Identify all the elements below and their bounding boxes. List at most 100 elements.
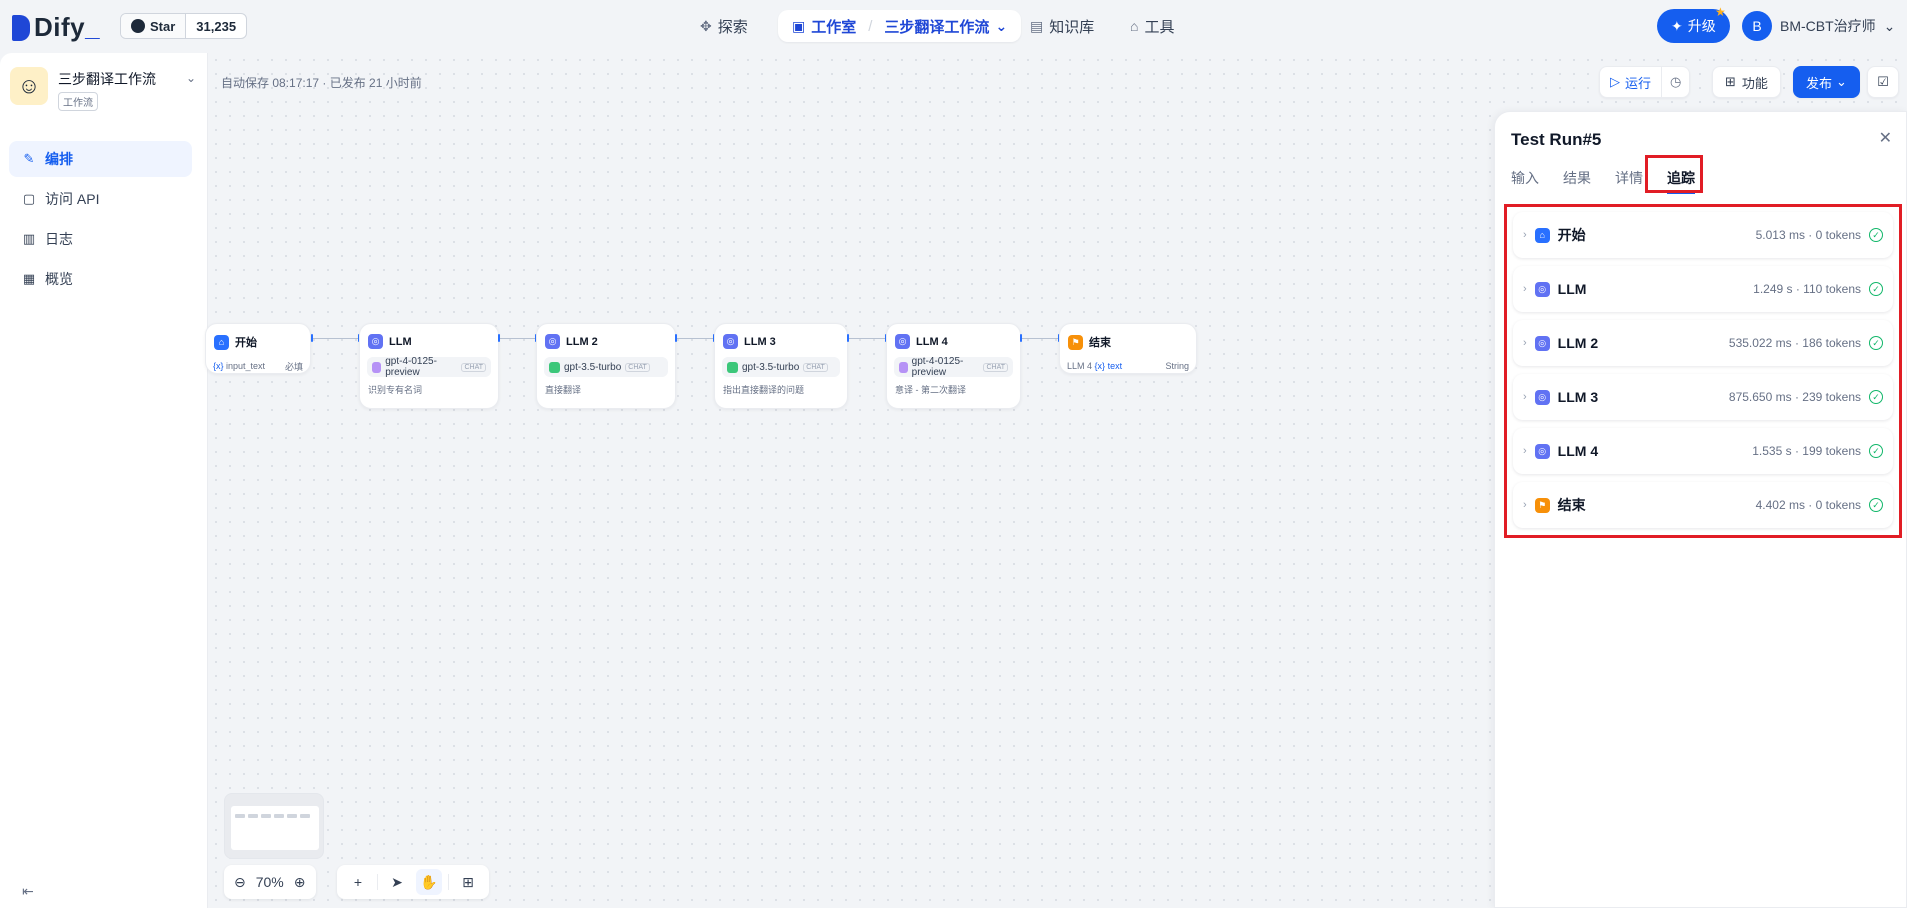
sidebar-item-label: 概览 <box>45 271 73 287</box>
pointer-icon[interactable]: ➤ <box>384 869 410 895</box>
run-history-icon[interactable]: ◷ <box>1662 74 1689 90</box>
edge <box>313 338 358 339</box>
workflow-node-llm[interactable]: ◎ LLM gpt-4-0125-preview CHAT 识别专有名词 <box>359 323 499 409</box>
brand-name: Dify_ <box>34 12 101 42</box>
node-title: 开始 <box>235 337 257 349</box>
collapse-sidebar-icon[interactable]: ⇤ <box>22 883 34 900</box>
github-star-button[interactable]: Star 31,235 <box>120 13 248 39</box>
node-title: LLM 3 <box>744 335 776 348</box>
chevron-down-icon: ⌄ <box>995 17 1008 34</box>
chevron-down-icon: ⌄ <box>1883 17 1896 34</box>
toolbox-icon: ⌂ <box>1130 18 1139 34</box>
app-selector[interactable]: ☺ 三步翻译工作流 工作流 ⌄ <box>10 67 196 111</box>
minimap[interactable] <box>224 793 324 859</box>
zoom-level[interactable]: 70% <box>256 874 284 890</box>
highlight-box-trace-tab <box>1645 155 1703 193</box>
workflow-node-llm-4[interactable]: ◎ LLM 4 gpt-4-0125-preview CHAT 意译 - 第二次翻译 <box>886 323 1021 409</box>
sidebar: ☺ 三步翻译工作流 工作流 ⌄ ✎ 编排 ▢ 访问 API ▥ 日志 ▦ 概览 … <box>0 53 208 908</box>
chevron-down-icon: ⌄ <box>185 71 196 85</box>
model-mode: CHAT <box>625 362 650 372</box>
run-button[interactable]: ▷ 运行 <box>1600 67 1663 97</box>
tab-input[interactable]: 输入 <box>1511 162 1539 194</box>
node-output-handle[interactable] <box>498 334 500 342</box>
checklist-button[interactable]: ☑ <box>1867 66 1899 98</box>
edge <box>1021 338 1059 339</box>
autosave-status: 自动保存 08:17:17 · 已发布 21 小时前 <box>221 76 422 90</box>
tab-detail[interactable]: 详情 <box>1615 162 1643 194</box>
upgrade-label: 升级 <box>1687 18 1716 34</box>
node-description: 指出直接翻译的问题 <box>723 385 805 395</box>
node-output-handle[interactable] <box>847 334 849 342</box>
node-variable-row: LLM 4 {x} text String <box>1067 361 1189 371</box>
canvas-toolbar: + ➤ ✋ ⊞ <box>337 865 489 899</box>
chevron-down-icon: ⌄ <box>1836 74 1847 89</box>
checklist-icon: ☑ <box>1877 74 1889 89</box>
sidebar-item-api[interactable]: ▢ 访问 API <box>9 181 192 217</box>
nav-tools[interactable]: ⌂ 工具 <box>1130 10 1174 42</box>
nav-knowledge[interactable]: ▤ 知识库 <box>1030 10 1094 42</box>
sidebar-item-label: 访问 API <box>45 191 100 207</box>
node-title: LLM 2 <box>566 335 598 348</box>
node-description: 直接翻译 <box>545 385 582 395</box>
model-mode: CHAT <box>983 362 1008 372</box>
robot-icon: ▣ <box>792 17 806 34</box>
workflow-node-llm-3[interactable]: ◎ LLM 3 gpt-3.5-turbo CHAT 指出直接翻译的问题 <box>714 323 848 409</box>
model-badge: gpt-4-0125-preview CHAT <box>367 356 491 378</box>
app-avatar-icon: ☺ <box>10 67 48 105</box>
sidebar-item-logs[interactable]: ▥ 日志 <box>9 221 192 257</box>
breadcrumb-separator: / <box>868 17 873 35</box>
log-icon: ▥ <box>22 231 36 246</box>
sidebar-item-orchestrate[interactable]: ✎ 编排 <box>9 141 192 177</box>
organize-icon[interactable]: ⊞ <box>455 869 481 895</box>
nav-explore[interactable]: ✥ 探索 <box>700 10 748 42</box>
node-title: LLM <box>389 335 412 348</box>
workflow-node-end[interactable]: ⚑ 结束 LLM 4 {x} text String <box>1059 323 1197 374</box>
model-badge: gpt-3.5-turbo CHAT <box>544 357 668 377</box>
workflow-node-start[interactable]: ⌂ 开始 {x} input_text 必填 <box>205 323 311 374</box>
model-badge: gpt-3.5-turbo CHAT <box>722 357 840 377</box>
variable-name: text <box>1107 361 1123 371</box>
variable-name: input_text <box>226 361 266 371</box>
node-output-handle[interactable] <box>311 334 313 342</box>
upgrade-button[interactable]: ✦ 升级 ★ <box>1657 5 1730 43</box>
minimap-viewport <box>231 806 319 850</box>
workflow-node-llm-2[interactable]: ◎ LLM 2 gpt-3.5-turbo CHAT 直接翻译 <box>536 323 676 409</box>
avatar: B <box>1742 11 1772 41</box>
current-app-selector[interactable]: 三步翻译工作流 <box>884 16 989 37</box>
nav-studio[interactable]: ▣ 工作室 / 三步翻译工作流 ⌄ <box>778 10 1022 42</box>
chart-icon: ▦ <box>22 271 36 286</box>
openai-icon <box>899 361 908 373</box>
required-label: 必填 <box>284 361 303 372</box>
hand-icon[interactable]: ✋ <box>416 869 442 895</box>
model-name: gpt-3.5-turbo <box>742 361 800 373</box>
sidebar-menu: ✎ 编排 ▢ 访问 API ▥ 日志 ▦ 概览 <box>9 141 192 301</box>
zoom-out-icon[interactable]: ⊖ <box>234 874 246 891</box>
features-label: 功能 <box>1741 75 1768 91</box>
add-node-icon[interactable]: + <box>345 869 371 895</box>
github-star-label: Star <box>150 18 176 34</box>
terminal-icon: ▢ <box>22 191 36 206</box>
dify-logo[interactable]: Dify_ <box>12 12 100 43</box>
user-name: BM-CBT治疗师 <box>1780 18 1876 34</box>
tab-result[interactable]: 结果 <box>1563 162 1591 194</box>
top-bar: Dify_ Star 31,235 ✥ 探索 ▣ 工作室 / 三步翻译工作流 ⌄… <box>0 0 1907 53</box>
logo-mark-icon <box>12 14 30 41</box>
highlight-box-trace-list <box>1504 204 1902 538</box>
close-icon[interactable]: ✕ <box>1879 128 1892 148</box>
model-mode: CHAT <box>803 362 828 372</box>
features-button[interactable]: ⊞ 功能 <box>1712 66 1781 98</box>
edge <box>676 338 714 339</box>
compass-icon: ✥ <box>700 17 712 34</box>
sidebar-item-overview[interactable]: ▦ 概览 <box>9 261 192 297</box>
app-name: 三步翻译工作流 <box>58 71 156 87</box>
node-title: 结束 <box>1089 337 1111 349</box>
nav-studio-label: 工作室 <box>811 18 857 36</box>
publish-button[interactable]: 发布 ⌄ <box>1793 66 1860 98</box>
nav-knowledge-label: 知识库 <box>1049 18 1095 36</box>
user-menu[interactable]: B BM-CBT治疗师 ⌄ <box>1742 11 1895 41</box>
node-output-handle[interactable] <box>1020 334 1022 342</box>
node-output-handle[interactable] <box>675 334 677 342</box>
sidebar-item-label: 日志 <box>45 231 73 247</box>
zoom-in-icon[interactable]: ⊕ <box>294 874 306 891</box>
github-icon <box>131 19 145 33</box>
